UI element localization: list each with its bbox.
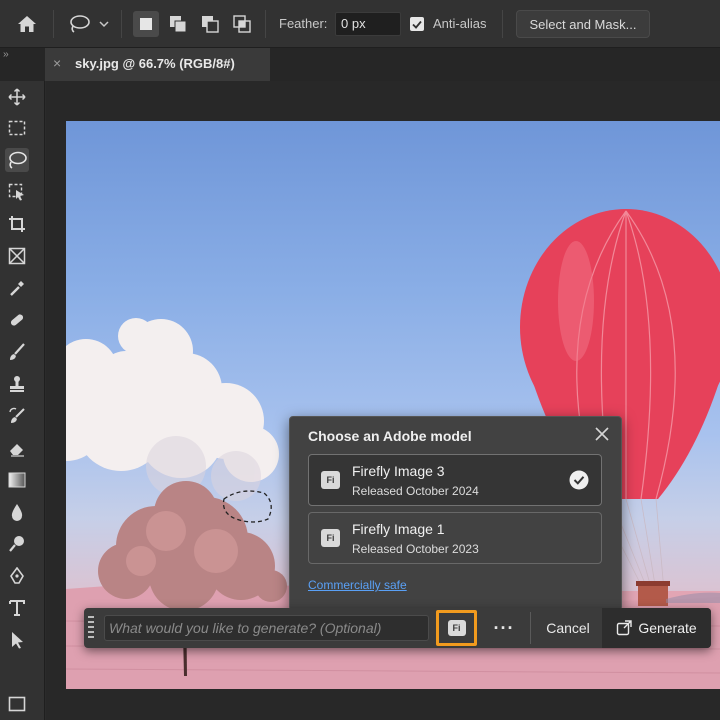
- antialias-checkbox[interactable]: [410, 17, 424, 31]
- antialias-label: Anti-alias: [433, 16, 487, 31]
- cancel-button[interactable]: Cancel: [536, 614, 600, 642]
- select-and-mask-button[interactable]: Select and Mask...: [516, 10, 650, 38]
- commercially-safe-link[interactable]: Commercially safe: [308, 578, 407, 592]
- generate-prompt-input[interactable]: What would you like to generate? (Option…: [104, 615, 429, 641]
- firefly-icon: Fi: [321, 529, 340, 547]
- close-tab-icon[interactable]: ×: [53, 55, 61, 71]
- popup-title: Choose an Adobe model: [308, 428, 472, 444]
- model-option-firefly-image-1[interactable]: Fi Firefly Image 1 Released October 2023: [308, 512, 602, 564]
- generate-button[interactable]: Generate: [602, 608, 711, 648]
- type-icon[interactable]: [5, 596, 29, 620]
- chevron-down-icon[interactable]: [96, 14, 112, 34]
- rectangle-icon[interactable]: [5, 692, 29, 716]
- intersect-selection-icon[interactable]: [229, 11, 255, 37]
- move-icon[interactable]: [5, 85, 29, 109]
- home-icon[interactable]: [14, 12, 40, 36]
- model-chooser-popup: Choose an Adobe model Fi Firefly Image 3…: [289, 416, 622, 611]
- tools-panel: [0, 81, 45, 720]
- close-icon[interactable]: [593, 425, 611, 443]
- model-name: Firefly Image 1: [352, 521, 445, 537]
- checkmark-circle-icon: [569, 470, 589, 490]
- marquee-icon[interactable]: [5, 116, 29, 140]
- model-picker-button[interactable]: Fi: [436, 610, 477, 646]
- firefly-icon: Fi: [447, 620, 466, 636]
- model-release-date: Released October 2023: [352, 542, 479, 556]
- collapse-panel-icon[interactable]: ››: [3, 49, 9, 60]
- feather-input[interactable]: 0 px: [335, 12, 401, 36]
- crop-icon[interactable]: [5, 212, 29, 236]
- checkmark-icon: [412, 20, 422, 29]
- model-name: Firefly Image 3: [352, 463, 445, 479]
- feather-label: Feather:: [279, 16, 328, 31]
- eyedropper-icon[interactable]: [5, 276, 29, 300]
- document-tab[interactable]: × sky.jpg @ 66.7% (RGB/8#): [45, 48, 270, 81]
- pen-icon[interactable]: [5, 564, 29, 588]
- model-release-date: Released October 2024: [352, 484, 479, 498]
- more-options-button[interactable]: ···: [486, 614, 522, 642]
- document-tab-bar: ›› × sky.jpg @ 66.7% (RGB/8#): [0, 48, 720, 81]
- healing-brush-icon[interactable]: [5, 308, 29, 332]
- eraser-icon[interactable]: [5, 436, 29, 460]
- document-title: sky.jpg @ 66.7% (RGB/8#): [75, 56, 235, 71]
- path-selection-icon[interactable]: [5, 628, 29, 652]
- frame-icon[interactable]: [5, 244, 29, 268]
- clone-stamp-icon[interactable]: [5, 372, 29, 396]
- lasso-icon[interactable]: [66, 12, 92, 36]
- generate-icon: [617, 620, 633, 636]
- gradient-icon[interactable]: [5, 468, 29, 492]
- blur-icon[interactable]: [5, 500, 29, 524]
- brush-icon[interactable]: [5, 340, 29, 364]
- object-selection-icon[interactable]: [5, 180, 29, 204]
- generate-label: Generate: [638, 620, 697, 636]
- model-option-firefly-image-3[interactable]: Fi Firefly Image 3 Released October 2024: [308, 454, 602, 506]
- drag-handle-icon[interactable]: [88, 614, 94, 642]
- firefly-icon: Fi: [321, 471, 340, 489]
- subtract-from-selection-icon[interactable]: [197, 11, 223, 37]
- dodge-icon[interactable]: [5, 532, 29, 556]
- history-brush-icon[interactable]: [5, 404, 29, 428]
- lasso-icon[interactable]: [5, 148, 29, 172]
- add-to-selection-icon[interactable]: [165, 11, 191, 37]
- contextual-task-bar: What would you like to generate? (Option…: [84, 608, 711, 648]
- options-bar: Feather: 0 px Anti-alias Select and Mask…: [0, 0, 720, 48]
- new-selection-icon[interactable]: [133, 11, 159, 37]
